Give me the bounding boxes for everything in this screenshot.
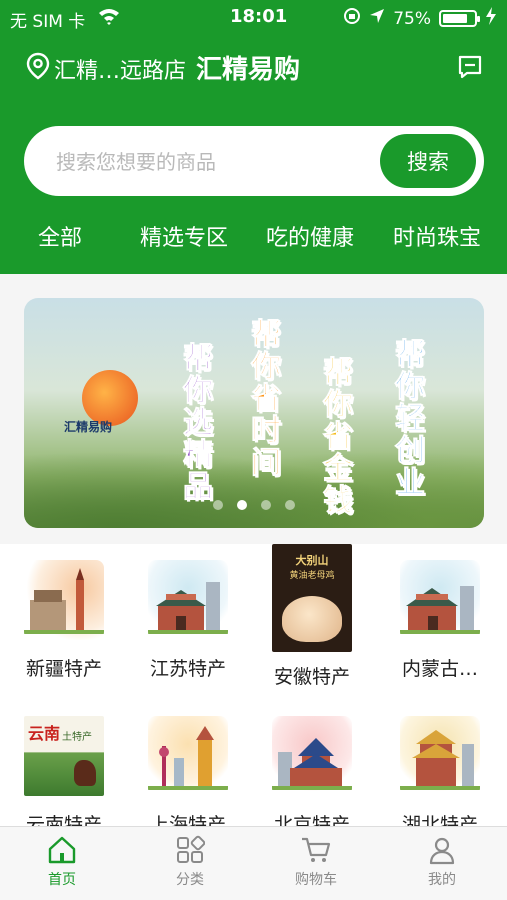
slogan-2: 帮你省时间 xyxy=(245,318,281,479)
hubei-landmark-image xyxy=(400,716,480,796)
category-label: 安徽特产 xyxy=(273,666,350,688)
location-arrow-icon xyxy=(369,8,385,29)
beijing-landmark-image xyxy=(272,716,352,796)
search-button[interactable]: 搜索 xyxy=(380,134,476,188)
wifi-icon xyxy=(98,7,120,30)
category-jiangsu[interactable]: 江苏特产 xyxy=(126,560,250,681)
inner-mongolia-landmark-image xyxy=(400,560,480,640)
user-icon xyxy=(429,837,455,865)
store-name: 汇精…远路店 xyxy=(54,59,187,84)
home-icon xyxy=(48,836,76,864)
category-inner-mongolia[interactable]: 内蒙古… xyxy=(378,560,502,681)
store-location[interactable]: 汇精…远路店 xyxy=(26,52,186,86)
pager-dot[interactable] xyxy=(285,500,295,510)
category-icon xyxy=(177,835,205,863)
pager-dot[interactable] xyxy=(213,500,223,510)
status-bar: 无 SIM 卡 18:01 75% xyxy=(0,0,507,34)
tab-cart[interactable]: 购物车 xyxy=(276,835,356,889)
slogan-3: 帮你省金钱 xyxy=(317,356,353,517)
app-title: 汇精易购 xyxy=(196,55,301,85)
tab-category-label: 分类 xyxy=(176,872,204,888)
nav-bar: 汇精…远路店 汇精易购 xyxy=(0,46,507,88)
carrier-label: 无 SIM 卡 xyxy=(10,12,86,32)
brand-logo-text: 汇精易购 xyxy=(64,420,113,434)
anhui-badge-line-1: 大别山 xyxy=(295,554,329,567)
battery-icon xyxy=(439,10,480,27)
tab-featured[interactable]: 精选专区 xyxy=(140,220,228,252)
category-beijing[interactable]: 北京特产 xyxy=(250,716,374,837)
category-label: 江苏特产 xyxy=(149,658,226,680)
slogan-1: 帮你选精品 xyxy=(177,342,213,503)
pager-dot[interactable] xyxy=(261,500,271,510)
category-hubei[interactable]: 湖北特产 xyxy=(378,716,502,837)
jiangsu-landmark-image xyxy=(148,560,228,640)
category-shanghai[interactable]: 上海特产 xyxy=(126,716,250,837)
battery-percent: 75% xyxy=(393,8,431,29)
tab-category[interactable]: 分类 xyxy=(150,835,230,889)
category-anhui[interactable]: 大别山 黄油老母鸡 安徽特产 xyxy=(250,544,374,689)
yunnan-product-image: 云南 土特产 xyxy=(24,716,104,796)
tab-healthy-food[interactable]: 吃的健康 xyxy=(266,220,354,252)
tab-profile-label: 我的 xyxy=(428,872,456,888)
xinjiang-landmark-image xyxy=(24,560,104,640)
orientation-lock-icon xyxy=(343,7,361,30)
category-tabs: 全部 精选专区 吃的健康 时尚珠宝 xyxy=(0,218,507,258)
tab-profile[interactable]: 我的 xyxy=(402,835,482,889)
category-label: 新疆特产 xyxy=(25,658,102,680)
bottom-tab-bar: 首页 分类 购物车 我的 xyxy=(0,826,507,900)
status-time: 18:01 xyxy=(230,6,288,27)
cart-icon xyxy=(302,837,331,862)
yunnan-badge-line-2: 土特产 xyxy=(62,732,92,743)
banner-pager xyxy=(24,500,484,510)
category-grid: 新疆特产 江苏特产 大别山 黄油老母鸡 安徽特产 内蒙古… 云南 土特产 云南特… xyxy=(0,544,507,836)
tab-jewelry[interactable]: 时尚珠宝 xyxy=(393,220,481,252)
location-pin-icon xyxy=(26,52,50,86)
pager-dot-active[interactable] xyxy=(237,500,247,510)
anhui-product-image: 大别山 黄油老母鸡 xyxy=(272,544,352,652)
category-yunnan[interactable]: 云南 土特产 云南特产 xyxy=(2,716,126,837)
tab-home-label: 首页 xyxy=(48,872,76,888)
message-icon[interactable] xyxy=(457,54,483,84)
search-input[interactable] xyxy=(56,146,376,178)
tab-home[interactable]: 首页 xyxy=(22,835,102,889)
tab-all[interactable]: 全部 xyxy=(38,220,82,252)
category-label: 内蒙古… xyxy=(401,658,478,680)
yunnan-badge-line-1: 云南 xyxy=(28,724,61,743)
shanghai-landmark-image xyxy=(148,716,228,796)
category-xinjiang[interactable]: 新疆特产 xyxy=(2,560,126,681)
charging-icon xyxy=(485,7,497,30)
header: 无 SIM 卡 18:01 75% 汇精…远路店 汇精易购 搜索您想要的商品 搜… xyxy=(0,0,507,274)
promo-banner[interactable]: 汇精易购 帮你选精品 帮你省时间 帮你省金钱 帮你轻创业 xyxy=(24,298,484,528)
search-bar: 搜索 xyxy=(24,126,484,196)
anhui-badge-line-2: 黄油老母鸡 xyxy=(289,571,335,581)
tab-cart-label: 购物车 xyxy=(295,872,337,888)
slogan-4: 帮你轻创业 xyxy=(389,338,425,499)
